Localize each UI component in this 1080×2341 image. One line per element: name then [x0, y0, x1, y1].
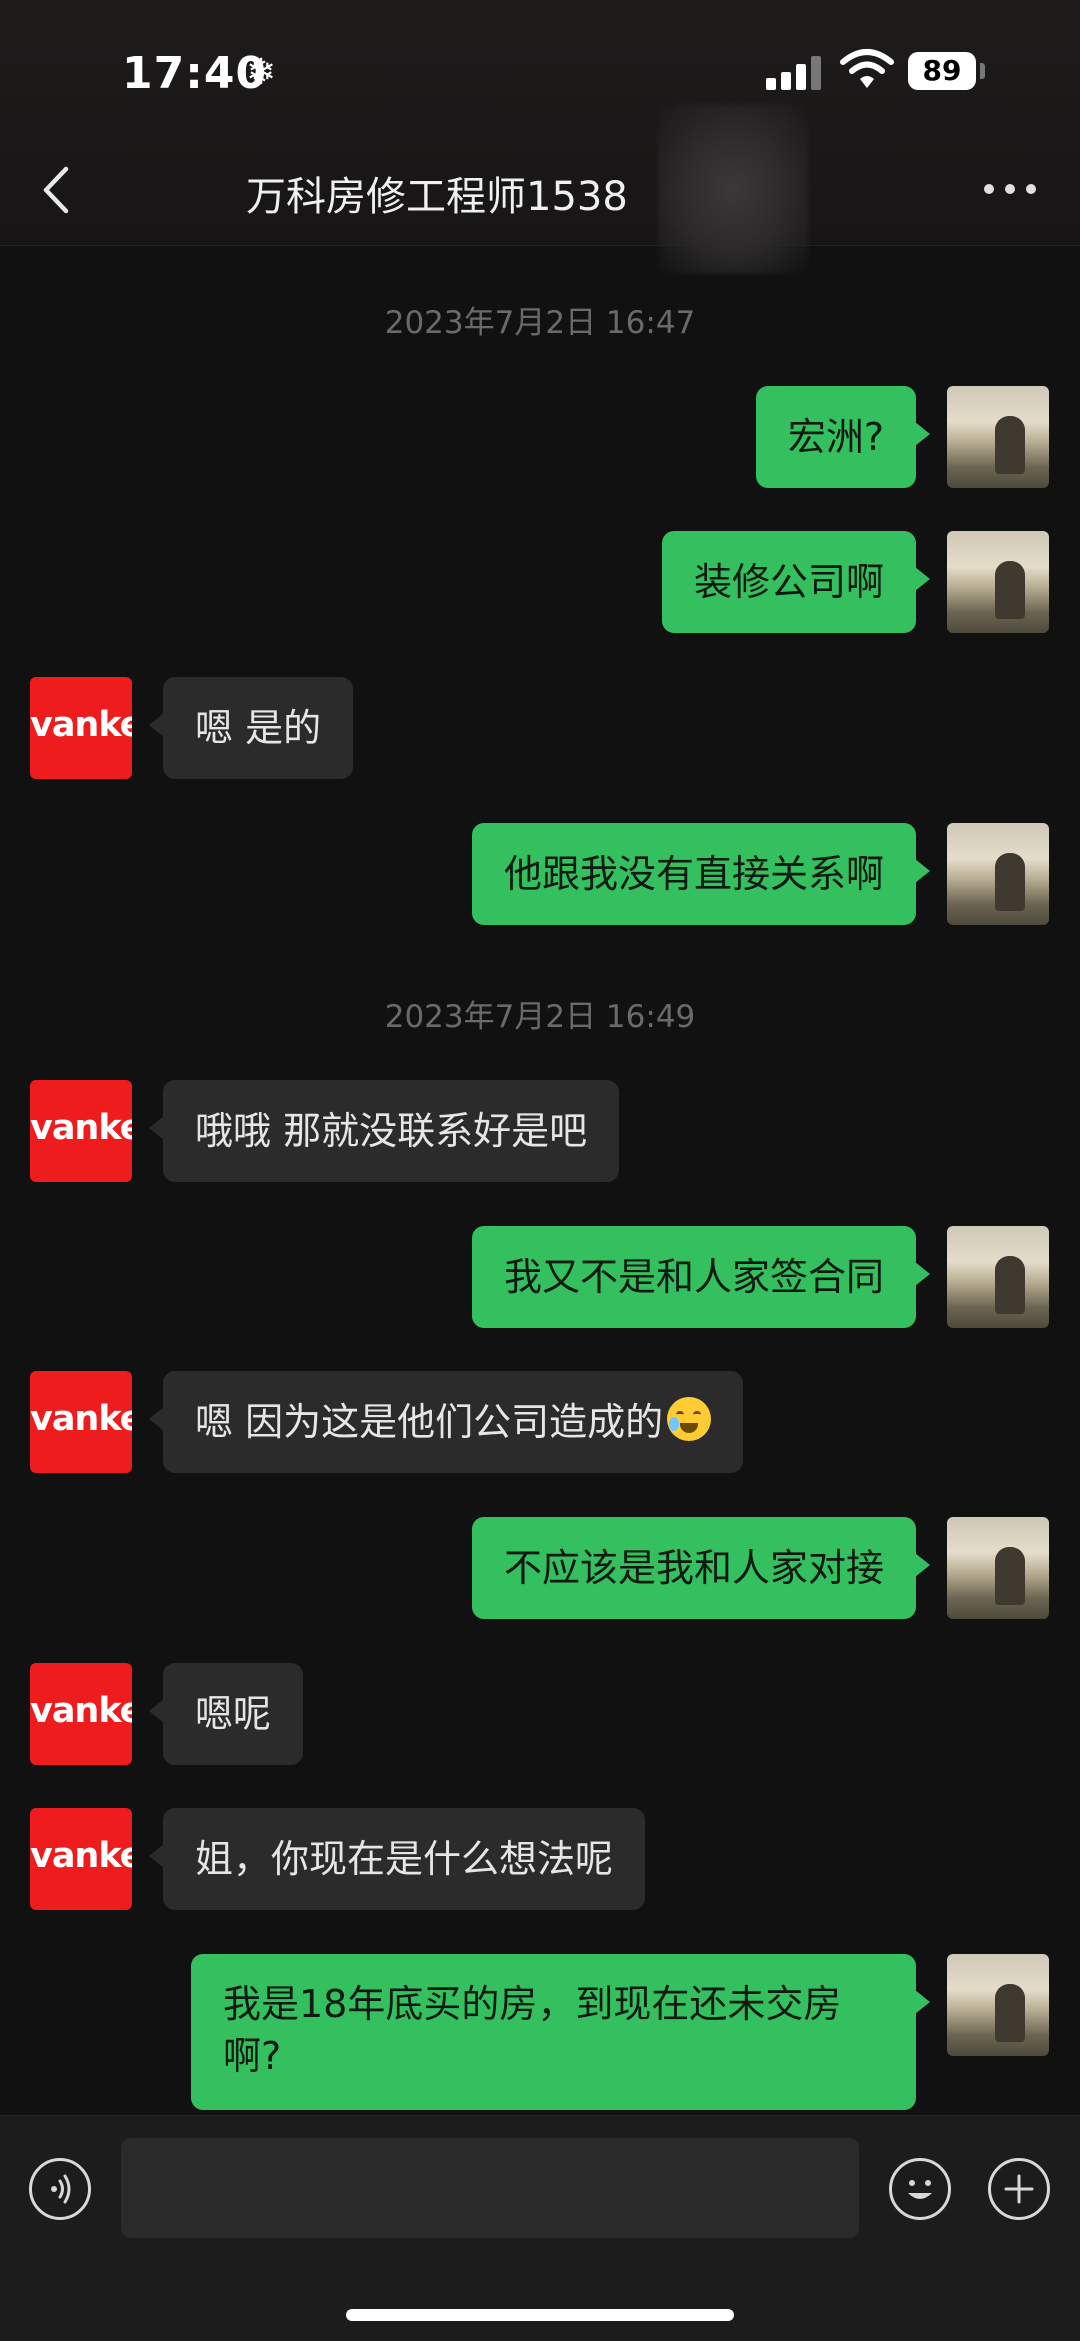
chat-screen: 17:40 ❄ 89 万科房修工程师1538 2023年7月2日 16:47 宏…	[0, 0, 1080, 2341]
message-bubble-incoming[interactable]: 姐，你现在是什么想法呢	[148, 1808, 646, 1910]
sweat-smile-emoji-icon	[667, 1397, 712, 1441]
vanke-avatar[interactable]: vanke	[30, 1371, 132, 1473]
message-bubble-incoming[interactable]: 嗯呢	[148, 1663, 304, 1765]
message-bubble-outgoing[interactable]: 我是18年底买的房，到现在还未交房啊?	[191, 1954, 930, 2110]
message-bubble-incoming[interactable]: 嗯 是的	[148, 677, 354, 779]
battery-indicator: 89	[908, 52, 976, 90]
message-list[interactable]: 2023年7月2日 16:47 宏洲? 装修公司啊 vanke 嗯 是的 他跟我…	[0, 245, 1080, 2115]
avatar[interactable]	[947, 1954, 1049, 2056]
avatar[interactable]	[947, 531, 1049, 633]
message-bubble-outgoing[interactable]: 装修公司啊	[661, 531, 931, 633]
snowflake-icon: ❄	[246, 52, 277, 93]
avatar[interactable]	[947, 386, 1049, 488]
message-text: 嗯 因为这是他们公司造成的	[195, 1400, 664, 1444]
avatar[interactable]	[947, 1517, 1049, 1619]
avatar[interactable]	[947, 823, 1049, 925]
emoji-icon[interactable]	[889, 2158, 951, 2220]
message-bubble-outgoing[interactable]: 宏洲?	[755, 386, 931, 488]
cellular-signal-icon	[766, 56, 824, 90]
voice-icon[interactable]	[29, 2158, 91, 2220]
wifi-icon	[840, 48, 894, 90]
vanke-avatar[interactable]: vanke	[30, 1080, 132, 1182]
vanke-avatar[interactable]: vanke	[30, 1808, 132, 1910]
vanke-avatar[interactable]: vanke	[30, 1663, 132, 1765]
message-bubble-incoming[interactable]: 哦哦 那就没联系好是吧	[148, 1080, 620, 1182]
message-bubble-outgoing[interactable]: 他跟我没有直接关系啊	[471, 823, 931, 925]
message-bubble-outgoing[interactable]: 我又不是和人家签合同	[471, 1226, 931, 1328]
timestamp: 2023年7月2日 16:47	[384, 305, 696, 341]
more-dots-icon[interactable]	[984, 184, 1036, 196]
message-bubble-outgoing[interactable]: 不应该是我和人家对接	[471, 1517, 931, 1619]
avatar[interactable]	[947, 1226, 1049, 1328]
message-input[interactable]	[121, 2138, 859, 2238]
vanke-avatar[interactable]: vanke	[30, 677, 132, 779]
battery-tip	[980, 63, 985, 79]
home-indicator[interactable]	[346, 2309, 734, 2321]
header: 17:40 ❄ 89 万科房修工程师1538	[0, 0, 1080, 274]
chevron-left-icon[interactable]	[38, 165, 74, 215]
message-bubble-incoming[interactable]: 嗯 因为这是他们公司造成的	[148, 1371, 744, 1473]
input-bar	[0, 2115, 1080, 2341]
timestamp: 2023年7月2日 16:49	[384, 999, 696, 1035]
plus-icon[interactable]	[988, 2158, 1050, 2220]
